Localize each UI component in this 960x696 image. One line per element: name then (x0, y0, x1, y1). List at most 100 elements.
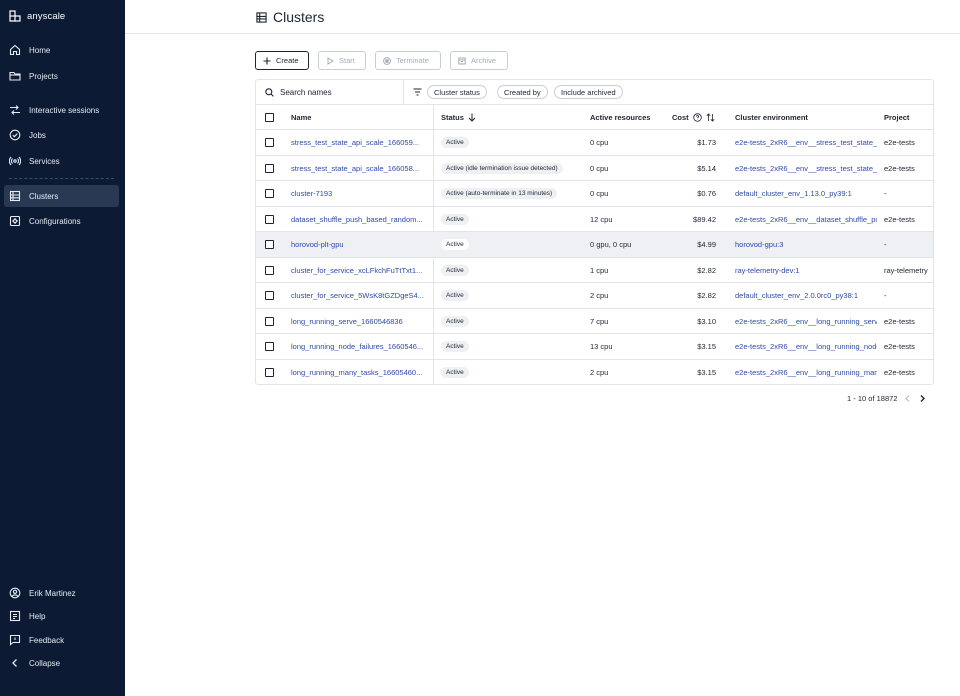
cell-name[interactable]: cluster_for_service_5WsK8tGZDgeS4... (291, 283, 426, 308)
include-archived-filter[interactable]: Include archived (554, 85, 623, 99)
row-checkbox[interactable] (265, 342, 274, 351)
terminate-button[interactable]: Terminate (375, 51, 441, 70)
cell-environment[interactable]: horovod-gpu:3 (735, 232, 877, 257)
row-checkbox[interactable] (265, 214, 274, 224)
cell-name[interactable]: horovod-plt-gpu (291, 232, 426, 257)
archive-icon (458, 57, 466, 64)
cell-environment[interactable]: e2e-tests_2xR6__env__long_running_node (735, 334, 877, 359)
column-header-environment[interactable]: Cluster environment (735, 105, 808, 130)
column-header-status[interactable]: Status (441, 105, 476, 130)
sidebar-item-home[interactable]: Home (4, 39, 119, 61)
status-badge: Active (441, 137, 469, 148)
table-row[interactable]: dataset_shuffle_push_based_random... Acti… (256, 207, 933, 232)
table-row[interactable]: horovod-plt-gpu Active 0 gpu, 0 cpu $4.99 ho… (256, 232, 933, 258)
cell-environment[interactable]: e2e-tests_2xR6__env__dataset_shuffle_pu (735, 207, 877, 232)
cell-environment[interactable]: e2e-tests_2xR6__env__stress_test_state_ (735, 156, 877, 181)
row-checkbox[interactable] (265, 291, 274, 300)
table-row[interactable]: long_running_serve_1660546836 Active 7 cpu… (256, 309, 933, 334)
help-circle-icon[interactable] (692, 113, 702, 122)
sidebar-item-clusters[interactable]: Clusters (4, 185, 119, 207)
sidebar-item-jobs[interactable]: Jobs (4, 124, 119, 146)
column-header-name[interactable]: Name (291, 105, 311, 130)
search-input[interactable] (280, 88, 390, 97)
row-checkbox[interactable] (265, 240, 274, 249)
archive-button[interactable]: Archive (450, 51, 508, 70)
chevron-left-icon[interactable] (903, 394, 912, 403)
status-badge: Active (441, 290, 469, 301)
cluster-status-filter[interactable]: Cluster status (427, 85, 487, 99)
cell-select (265, 156, 274, 181)
cell-cost: $3.15 (697, 367, 716, 377)
cell-environment[interactable]: ray-telemetry-dev:1 (735, 258, 877, 283)
sidebar-item-feedback[interactable]: Feedback (4, 629, 119, 651)
cell-name[interactable]: long_running_serve_1660546836 (291, 309, 426, 334)
row-checkbox[interactable] (265, 163, 274, 173)
cell-name[interactable]: stress_test_state_api_scale_166059... (291, 130, 426, 155)
cell-name[interactable]: cluster_for_service_xcLFkchFuTtTxt1... (291, 258, 426, 283)
status-badge: Active (441, 315, 469, 327)
cell-status: Active (441, 130, 581, 155)
status-badge: Active (idle termination issue detected) (441, 162, 563, 174)
select-all-checkbox[interactable] (265, 113, 274, 122)
cell-environment[interactable]: default_cluster_env_2.0.0rc0_py38:1 (735, 283, 877, 308)
column-header-cost[interactable]: Cost (672, 105, 715, 130)
folder-icon (9, 70, 21, 82)
cell-project: - (884, 189, 887, 198)
cell-environment[interactable]: e2e-tests_2xR6__env__stress_test_state_ (735, 130, 877, 155)
cell-name[interactable]: long_running_many_tasks_16605460... (291, 360, 426, 385)
sidebar-item-projects[interactable]: Projects (4, 65, 119, 87)
row-checkbox[interactable] (265, 367, 274, 377)
table-row[interactable]: cluster_for_service_5WsK8tGZDgeS4... Acti… (256, 283, 933, 309)
page-title-text: Clusters (273, 9, 325, 25)
clusters-table: Cluster status Created by Include archiv… (255, 79, 934, 385)
cell-environment[interactable]: default_cluster_env_1.13.0_py39:1 (735, 181, 877, 206)
sidebar-divider (9, 178, 114, 179)
cell-project: - (884, 291, 887, 300)
sidebar-item-label: Clusters (29, 191, 59, 201)
table-row[interactable]: long_running_many_tasks_16605460... Activ… (256, 360, 933, 385)
cell-cost: $3.15 (697, 342, 716, 351)
toolbar: Create Start Terminate Archive (255, 51, 508, 70)
table-row[interactable]: cluster-7193 Active (auto-terminate in 13… (256, 181, 933, 207)
created-by-filter[interactable]: Created by (497, 85, 548, 99)
table-row[interactable]: long_running_node_failures_1660546... Act… (256, 334, 933, 360)
cell-cost: $2.82 (697, 291, 716, 300)
cell-select (265, 258, 274, 283)
column-header-label: Cost (672, 113, 689, 122)
table-row[interactable]: cluster_for_service_xcLFkchFuTtTxt1... Ac… (256, 258, 933, 283)
create-button[interactable]: Create (255, 51, 309, 70)
row-checkbox[interactable] (265, 138, 274, 147)
cell-name[interactable]: stress_test_state_api_scale_166058... (291, 156, 426, 181)
sidebar-item-interactive-sessions[interactable]: Interactive sessions (4, 99, 119, 121)
sort-icon[interactable] (706, 113, 715, 122)
cell-project: ray-telemetry (884, 265, 928, 275)
arrow-down-icon (468, 113, 476, 122)
sidebar-item-label: Interactive sessions (29, 105, 100, 115)
row-checkbox[interactable] (265, 316, 274, 326)
filter-icon[interactable] (413, 88, 422, 96)
help-icon (9, 610, 21, 622)
row-checkbox[interactable] (265, 265, 274, 275)
logo[interactable]: anyscale (9, 10, 65, 22)
cell-environment[interactable]: e2e-tests_2xR6__env__long_running_man (735, 360, 877, 385)
table-row[interactable]: stress_test_state_api_scale_166059... Act… (256, 130, 933, 156)
chevron-right-icon[interactable] (918, 394, 927, 403)
column-header-resources[interactable]: Active resources (590, 105, 650, 130)
search-box (256, 80, 404, 105)
cell-select (265, 309, 274, 334)
cell-name[interactable]: dataset_shuffle_push_based_random... (291, 207, 426, 232)
start-button[interactable]: Start (318, 51, 366, 70)
sidebar-item-collapse[interactable]: Collapse (4, 652, 119, 674)
sidebar-item-user[interactable]: Erik Martinez (4, 582, 119, 604)
sidebar-item-services[interactable]: Services (4, 150, 119, 172)
row-checkbox[interactable] (265, 189, 274, 198)
table-row[interactable]: stress_test_state_api_scale_166058... Act… (256, 156, 933, 181)
sidebar-item-configurations[interactable]: Configurations (4, 210, 119, 232)
cell-name[interactable]: cluster-7193 (291, 181, 426, 206)
services-icon (9, 155, 21, 167)
sidebar-item-help[interactable]: Help (4, 605, 119, 627)
column-header-project[interactable]: Project (884, 105, 909, 130)
cell-environment[interactable]: e2e-tests_2xR6__env__long_running_serve (735, 309, 877, 334)
cell-project: e2e-tests (884, 342, 915, 351)
cell-name[interactable]: long_running_node_failures_1660546... (291, 334, 426, 359)
